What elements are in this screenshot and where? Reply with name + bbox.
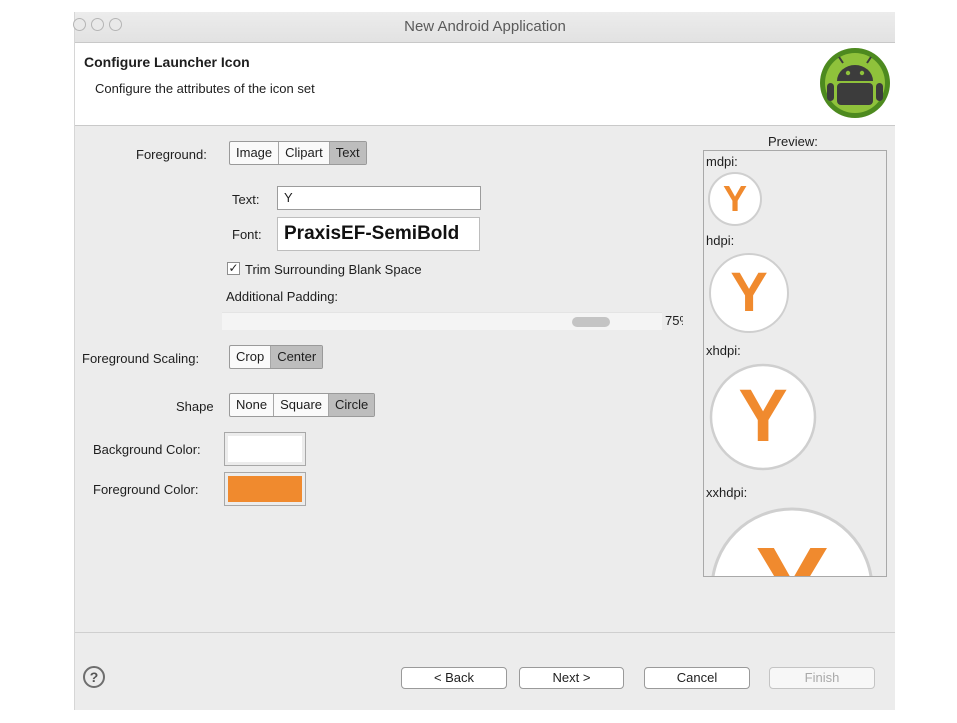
preview-icon-xhdpi: Y bbox=[709, 363, 817, 471]
help-icon[interactable]: ? bbox=[83, 666, 105, 688]
trim-label: Trim Surrounding Blank Space bbox=[245, 262, 422, 277]
text-input[interactable]: Y bbox=[277, 186, 481, 210]
shape-option-square[interactable]: Square bbox=[274, 394, 329, 416]
page-title: Configure Launcher Icon bbox=[84, 54, 250, 70]
next-button[interactable]: Next > bbox=[519, 667, 624, 689]
android-logo-icon bbox=[820, 48, 890, 118]
wizard-window: New Android Application Configure Launch… bbox=[73, 12, 895, 710]
foreground-color-swatch[interactable] bbox=[224, 472, 306, 506]
shape-option-none[interactable]: None bbox=[230, 394, 275, 416]
foreground-segmented-control: Image Clipart Text bbox=[229, 141, 367, 165]
text-label: Text: bbox=[232, 192, 260, 207]
preview-icon-hdpi: Y bbox=[709, 253, 789, 333]
footer-divider bbox=[75, 632, 895, 633]
preview-icon-xxhdpi: Y bbox=[711, 507, 873, 577]
preview-glyph-xxhdpi: Y bbox=[755, 525, 828, 577]
padding-value: 75% bbox=[665, 313, 683, 328]
finish-button[interactable]: Finish bbox=[769, 667, 875, 689]
background-color-label: Background Color: bbox=[93, 442, 201, 457]
trim-checkbox[interactable]: ✓ bbox=[227, 262, 240, 275]
foreground-label: Foreground: bbox=[136, 147, 207, 162]
back-button[interactable]: < Back bbox=[401, 667, 507, 689]
foreground-option-text[interactable]: Text bbox=[329, 142, 366, 164]
foreground-color-label: Foreground Color: bbox=[93, 482, 199, 497]
padding-slider[interactable] bbox=[222, 312, 662, 330]
preview-glyph-hdpi: Y bbox=[730, 260, 767, 323]
foreground-color-fill bbox=[228, 476, 302, 502]
page-description: Configure the attributes of the icon set bbox=[95, 81, 315, 96]
preview-icon-mdpi: Y bbox=[708, 172, 762, 226]
shape-label: Shape bbox=[176, 399, 214, 414]
scaling-segmented-control: Crop Center bbox=[229, 345, 324, 369]
preview-label-xxhdpi: xxhdpi: bbox=[706, 485, 748, 500]
preview-glyph-xhdpi: Y bbox=[738, 374, 787, 457]
scaling-option-crop[interactable]: Crop bbox=[230, 346, 272, 368]
preview-title: Preview: bbox=[768, 134, 818, 149]
padding-slider-thumb[interactable] bbox=[572, 317, 610, 327]
foreground-option-clipart[interactable]: Clipart bbox=[279, 142, 330, 164]
shape-segmented-control: None Square Circle bbox=[229, 393, 376, 417]
font-field[interactable]: PraxisEF-SemiBold bbox=[277, 217, 480, 251]
background-color-fill bbox=[228, 436, 302, 462]
preview-glyph-mdpi: Y bbox=[723, 178, 747, 219]
preview-label-hdpi: hdpi: bbox=[706, 233, 735, 248]
background-color-swatch[interactable] bbox=[224, 432, 306, 466]
title-bar: New Android Application bbox=[73, 12, 895, 43]
preview-panel: mdpi: Y hdpi: Y xhdpi: Y xxhdpi: Y bbox=[703, 150, 887, 577]
scaling-label: Foreground Scaling: bbox=[82, 351, 200, 366]
wizard-header: Configure Launcher Icon Configure the at… bbox=[75, 43, 895, 126]
shape-option-circle[interactable]: Circle bbox=[329, 394, 375, 416]
padding-label: Additional Padding: bbox=[226, 289, 339, 304]
scaling-option-center[interactable]: Center bbox=[271, 346, 323, 368]
foreground-option-image[interactable]: Image bbox=[230, 142, 280, 164]
preview-label-xhdpi: xhdpi: bbox=[706, 343, 741, 358]
window-title: New Android Application bbox=[404, 18, 566, 35]
font-label: Font: bbox=[232, 227, 262, 242]
cancel-button[interactable]: Cancel bbox=[644, 667, 750, 689]
preview-label-mdpi: mdpi: bbox=[706, 154, 738, 169]
